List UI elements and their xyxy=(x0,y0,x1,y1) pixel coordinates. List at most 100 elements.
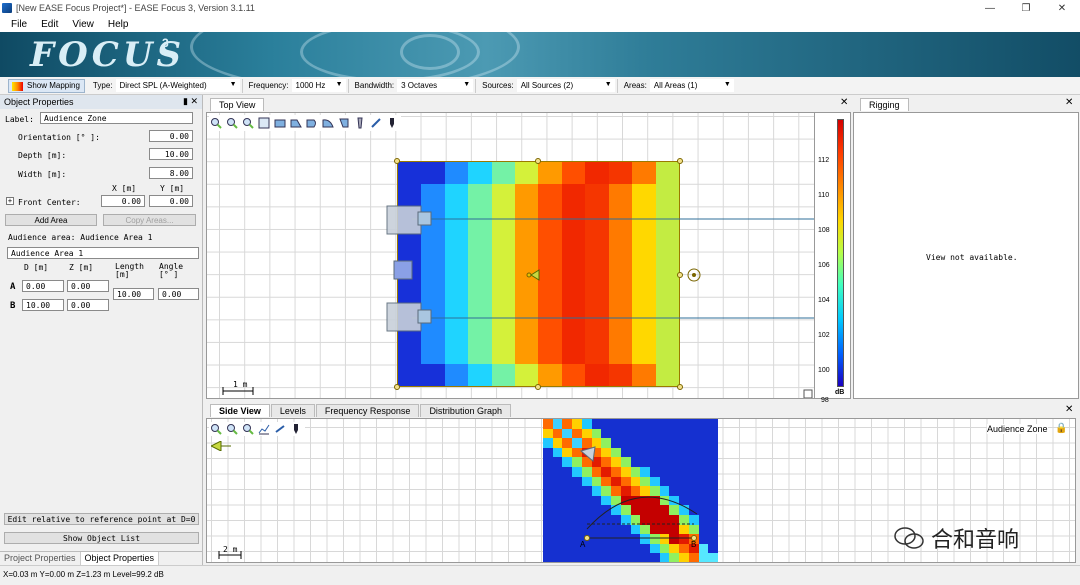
orientation-input[interactable]: 0.00 xyxy=(149,130,193,142)
close-icon[interactable]: ✕ xyxy=(1065,97,1073,108)
show-object-list-button[interactable]: Show Object List xyxy=(4,532,199,544)
front-center-y-input[interactable]: 0.00 xyxy=(149,195,193,207)
window-title: [New EASE Focus Project*] - EASE Focus 3… xyxy=(16,3,255,13)
tab-levels[interactable]: Levels xyxy=(270,404,315,417)
app-banner: FOCUS 3 xyxy=(0,32,1080,77)
menu-view[interactable]: View xyxy=(65,19,101,30)
toolbar-separator xyxy=(241,78,243,93)
label-value: Audience Zone xyxy=(44,113,107,123)
top-view-tabs: Top View xyxy=(210,97,265,111)
areas-label: Areas: xyxy=(623,81,647,90)
status-bar: X=0.03 m Y=0.00 m Z=1.23 m Level=99.2 dB xyxy=(0,565,1080,585)
tab-object-properties[interactable]: Object Properties xyxy=(80,552,160,565)
length-input[interactable]: 10.00 xyxy=(113,288,154,300)
mapping-icon xyxy=(12,81,23,91)
orientation-value: 0.00 xyxy=(169,131,189,141)
type-select[interactable]: Direct SPL (A-Weighted) ▼ xyxy=(115,79,240,92)
toolbar-separator xyxy=(616,78,618,93)
expand-icon[interactable]: + xyxy=(6,197,14,205)
tab-rigging[interactable]: Rigging xyxy=(860,98,909,111)
width-input[interactable]: 8.00 xyxy=(149,167,193,179)
toolbar-separator xyxy=(347,78,349,93)
type-label: Type: xyxy=(92,81,113,90)
type-value: Direct SPL (A-Weighted) xyxy=(119,81,207,90)
tab-side-view[interactable]: Side View xyxy=(210,404,270,417)
length-value: 10.00 xyxy=(117,289,142,299)
copy-areas-button[interactable]: Copy Areas... xyxy=(103,214,196,226)
label-caption: Label: xyxy=(5,115,34,124)
menu-edit[interactable]: Edit xyxy=(34,19,65,30)
top-view-canvas[interactable]: 1 m xyxy=(206,112,815,399)
tab-project-properties[interactable]: Project Properties xyxy=(0,552,81,565)
sources-select[interactable]: All Sources (2) ▼ xyxy=(516,79,615,92)
angle-value: 0.00 xyxy=(162,289,182,299)
width-value: 8.00 xyxy=(169,168,189,178)
front-center-caption: Front Center: xyxy=(18,198,81,207)
angle-column-caption: Angle [° ] xyxy=(159,262,184,279)
chevron-down-icon: ▼ xyxy=(463,81,471,88)
bandwidth-label: Bandwidth: xyxy=(354,81,395,90)
length-column-caption: Length [m] xyxy=(115,262,144,279)
b-d-value: 10.00 xyxy=(26,300,51,310)
object-properties-panel: Object Properties ▮ ✕ Label: Audience Zo… xyxy=(0,95,203,565)
z-column-caption: Z [m] xyxy=(69,263,94,272)
audience-area-name-input[interactable]: Audience Area 1 xyxy=(7,247,199,259)
menu-help[interactable]: Help xyxy=(101,19,136,30)
tab-top-view[interactable]: Top View xyxy=(210,98,265,111)
tab-distribution-graph[interactable]: Distribution Graph xyxy=(420,404,511,417)
a-d-input[interactable]: 0.00 xyxy=(22,280,64,292)
add-area-button[interactable]: Add Area xyxy=(5,214,97,226)
show-object-list-label: Show Object List xyxy=(62,533,141,543)
lock-icon[interactable]: 🔒 xyxy=(1055,423,1067,434)
close-icon[interactable]: ✕ xyxy=(840,97,848,108)
colorbar-tick: 104 xyxy=(818,297,830,304)
a-z-input[interactable]: 0.00 xyxy=(67,280,109,292)
orientation-caption: Orientation [° ]: xyxy=(18,133,100,142)
chevron-down-icon: ▼ xyxy=(229,81,237,88)
a-z-value: 0.00 xyxy=(71,281,91,291)
chevron-down-icon: ▼ xyxy=(335,81,343,88)
b-z-value: 0.00 xyxy=(71,300,91,310)
tab-frequency-response[interactable]: Frequency Response xyxy=(315,404,420,417)
bottom-view-tabs: Side View Levels Frequency Response Dist… xyxy=(210,403,512,417)
left-panel-tabs: Project Properties Object Properties xyxy=(0,551,203,565)
colorbar-tick: 108 xyxy=(818,227,830,234)
depth-input[interactable]: 10.00 xyxy=(149,148,193,160)
d-column-caption: D [m] xyxy=(24,263,49,272)
menu-file[interactable]: File xyxy=(4,19,34,30)
close-icon[interactable]: ✕ xyxy=(1065,404,1073,415)
colorbar-tick: 106 xyxy=(818,262,830,269)
angle-input[interactable]: 0.00 xyxy=(158,288,199,300)
y-column-caption: Y [m] xyxy=(160,184,185,193)
bandwidth-value: 3 Octaves xyxy=(401,81,438,90)
areas-select[interactable]: All Areas (1) ▼ xyxy=(649,79,734,92)
frequency-select[interactable]: 1000 Hz ▼ xyxy=(291,79,346,92)
spl-colorbar xyxy=(837,119,844,387)
b-z-input[interactable]: 0.00 xyxy=(67,299,109,311)
x-column-caption: X [m] xyxy=(112,184,137,193)
front-center-x-input[interactable]: 0.00 xyxy=(101,195,145,207)
colorbar-tick: 110 xyxy=(818,192,830,199)
row-a-label: A xyxy=(10,282,16,292)
chevron-down-icon: ▼ xyxy=(604,81,612,88)
frequency-value: 1000 Hz xyxy=(295,81,326,90)
chevron-down-icon: ▼ xyxy=(723,81,731,88)
restore-button[interactable]: ❐ xyxy=(1008,0,1044,16)
label-input[interactable]: Audience Zone xyxy=(40,112,193,124)
pin-close-controls[interactable]: ▮ ✕ xyxy=(183,96,198,107)
rigging-message: View not available. xyxy=(926,253,1018,262)
close-window-button[interactable]: ✕ xyxy=(1044,0,1080,16)
show-mapping-button[interactable]: Show Mapping xyxy=(8,78,85,93)
title-bar: [New EASE Focus Project*] - EASE Focus 3… xyxy=(0,0,1080,16)
bandwidth-select[interactable]: 3 Octaves ▼ xyxy=(397,79,474,92)
edit-relative-button[interactable]: Edit relative to reference point at D=0 xyxy=(4,513,199,525)
app-icon xyxy=(2,3,12,13)
show-mapping-label: Show Mapping xyxy=(27,81,80,90)
depth-caption: Depth [m]: xyxy=(18,151,67,160)
panel-header: Object Properties ▮ ✕ xyxy=(0,95,202,109)
colorbar-tick: 102 xyxy=(818,332,830,339)
minimize-button[interactable]: — xyxy=(972,0,1008,16)
colorbar-panel: 112 110 108 106 104 102 100 98 dB xyxy=(815,112,851,404)
audience-zone-label: Audience Zone xyxy=(987,424,1048,434)
b-d-input[interactable]: 10.00 xyxy=(22,299,64,311)
